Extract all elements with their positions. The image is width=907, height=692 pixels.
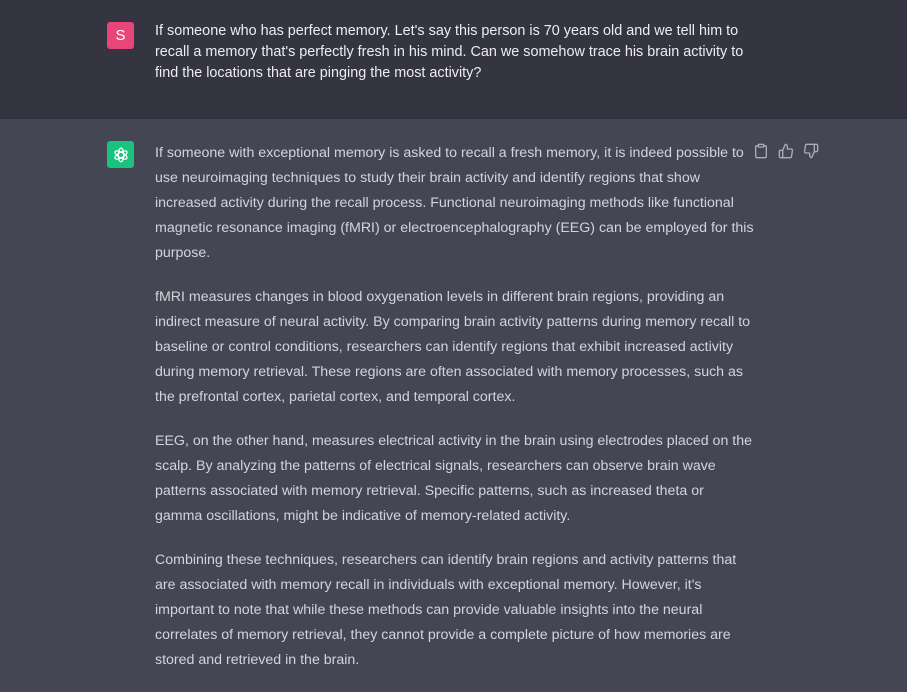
assistant-message-text: If someone with exceptional memory is as… xyxy=(155,141,755,692)
assistant-paragraph: If someone with exceptional memory is as… xyxy=(155,145,754,261)
user-avatar: S xyxy=(107,22,134,49)
assistant-paragraph: Combining these techniques, researchers … xyxy=(155,552,737,668)
user-avatar-letter: S xyxy=(115,27,126,44)
thumbs-up-icon[interactable] xyxy=(778,143,794,159)
chatgpt-logo-icon xyxy=(107,141,134,168)
assistant-message-row: If someone with exceptional memory is as… xyxy=(0,119,907,684)
assistant-paragraph: EEG, on the other hand, measures electri… xyxy=(155,433,753,524)
message-actions xyxy=(753,143,819,159)
clipboard-icon[interactable] xyxy=(753,143,769,159)
user-message-row: S If someone who has perfect memory. Let… xyxy=(0,0,907,119)
thumbs-down-icon[interactable] xyxy=(803,143,819,159)
assistant-paragraph: fMRI measures changes in blood oxygenati… xyxy=(155,289,751,405)
user-message-text: If someone who has perfect memory. Let's… xyxy=(155,23,744,81)
